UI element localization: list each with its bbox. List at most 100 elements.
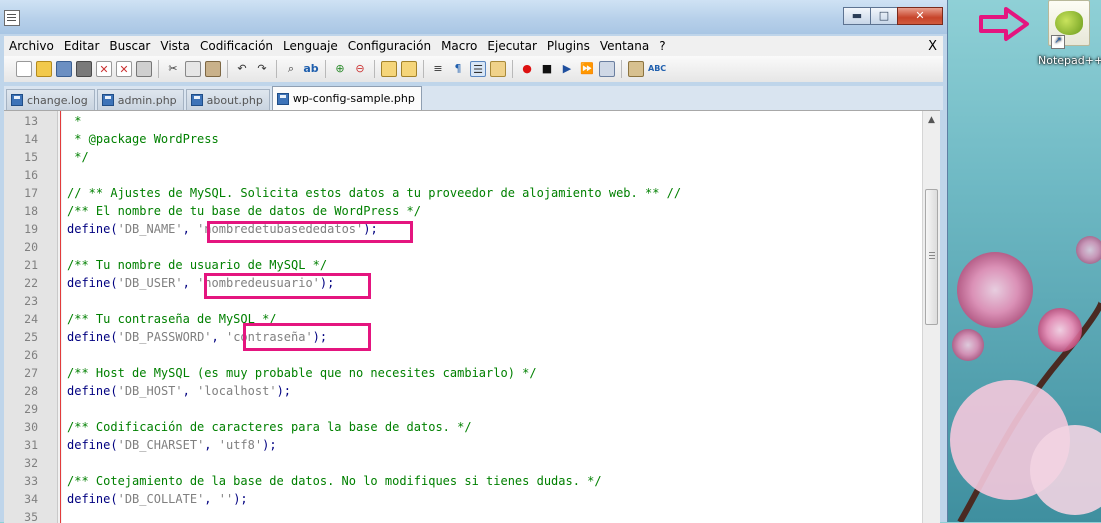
code-token: ,	[211, 330, 226, 344]
code-line[interactable]: 34 define('DB_COLLATE', '');	[4, 490, 920, 508]
code-line[interactable]: 21 /** Tu nombre de usuario de MySQL */	[4, 256, 920, 274]
zoom-out-icon[interactable]: ⊖	[352, 61, 368, 77]
menu-editar[interactable]: Editar	[59, 39, 105, 53]
save-icon[interactable]	[56, 61, 72, 77]
code-line[interactable]: 29	[4, 400, 920, 418]
sync-vertical-icon[interactable]	[381, 61, 397, 77]
play-multiple-icon[interactable]: ⏩	[579, 61, 595, 77]
code-token: (	[110, 438, 118, 452]
code-line[interactable]: 32	[4, 454, 920, 472]
code-token: ,	[204, 492, 219, 506]
record-macro-icon[interactable]: ●	[519, 61, 535, 77]
stop-macro-icon[interactable]: ■	[539, 61, 555, 77]
spellcheck-icon[interactable]: ABC	[648, 61, 666, 77]
close-all-icon[interactable]: ✕	[116, 61, 132, 77]
menu-ventana[interactable]: Ventana	[595, 39, 654, 53]
code-line[interactable]: 28 define('DB_HOST', 'localhost');	[4, 382, 920, 400]
code-line[interactable]: 27 /** Host de MySQL (es muy probable que…	[4, 364, 920, 382]
highlight-db-password-value	[243, 323, 371, 351]
sync-horizontal-icon[interactable]	[401, 61, 417, 77]
code-line[interactable]: 24/** Tu contraseña de MySQL */	[4, 310, 920, 328]
scroll-up-icon[interactable]: ▲	[925, 113, 938, 127]
code-line[interactable]: 22 define('DB_USER', 'nombredeusuario');	[4, 274, 920, 292]
line-code: * @package WordPress	[67, 130, 219, 148]
code-line[interactable]: 19 define('DB_NAME', 'nombredetubasededat…	[4, 220, 920, 238]
indent-guide-icon[interactable]: ☰	[470, 61, 486, 77]
maximize-button[interactable]: □	[870, 7, 898, 25]
line-number: 18	[24, 204, 38, 218]
open-file-icon[interactable]	[36, 61, 52, 77]
menu-configuracion[interactable]: Configuración	[343, 39, 436, 53]
undo-icon[interactable]: ↶	[234, 61, 250, 77]
close-file-icon[interactable]: ✕	[96, 61, 112, 77]
folder-view-icon[interactable]	[490, 61, 506, 77]
code-line[interactable]: 23	[4, 292, 920, 310]
word-wrap-icon[interactable]: ≡	[430, 61, 446, 77]
cut-icon[interactable]: ✂	[165, 61, 181, 77]
code-line[interactable]: 20	[4, 238, 920, 256]
code-token: );	[233, 492, 248, 506]
code-token: ,	[182, 384, 198, 398]
code-line[interactable]: 30 /** Codificación de caracteres para la…	[4, 418, 920, 436]
menu-archivo[interactable]: Archivo	[4, 39, 59, 53]
code-token: (	[110, 330, 118, 344]
play-macro-icon[interactable]: ▶	[559, 61, 575, 77]
close-document-button[interactable]: X	[928, 39, 943, 54]
menu-lenguaje[interactable]: Lenguaje	[278, 39, 343, 53]
zoom-in-icon[interactable]: ⊕	[332, 61, 348, 77]
copy-icon[interactable]	[185, 61, 201, 77]
line-code: // ** Ajustes de MySQL. Solicita estos d…	[67, 184, 681, 202]
show-all-chars-icon[interactable]: ¶	[450, 61, 466, 77]
paste-icon[interactable]	[205, 61, 221, 77]
save-all-icon[interactable]	[76, 61, 92, 77]
menu-help[interactable]: ?	[654, 39, 670, 53]
menu-macro[interactable]: Macro	[436, 39, 482, 53]
desktop-shortcut-notepadpp[interactable]: ↗ Notepad++	[1038, 0, 1101, 70]
new-file-icon[interactable]	[16, 61, 32, 77]
code-editor[interactable]: 13 * 14 * @package WordPress 15 */16 17 // *…	[4, 110, 940, 523]
code-line[interactable]: 25 define('DB_PASSWORD', 'contraseña');	[4, 328, 920, 346]
find-icon[interactable]: ⌕	[283, 61, 299, 77]
code-line[interactable]: 15 */	[4, 148, 920, 166]
vertical-scrollbar[interactable]: ▲	[922, 111, 940, 523]
replace-icon[interactable]: ab	[303, 61, 319, 77]
print-icon[interactable]	[136, 61, 152, 77]
save-macro-icon[interactable]	[599, 61, 615, 77]
scrollbar-thumb[interactable]	[925, 189, 938, 325]
line-number: 24	[24, 312, 38, 326]
tab-wp-config-sample-php[interactable]: wp-config-sample.php	[271, 86, 422, 110]
menu-plugins[interactable]: Plugins	[542, 39, 595, 53]
redo-icon[interactable]: ↷	[254, 61, 270, 77]
title-bar[interactable]: ▬ □ ✕	[0, 0, 947, 34]
code-line[interactable]: 13 *	[4, 112, 920, 130]
line-number: 17	[24, 186, 38, 200]
code-token: 'DB_NAME'	[117, 222, 183, 236]
code-token: /** Tu nombre de usuario de MySQL */	[67, 258, 328, 272]
code-token: 'DB_CHARSET'	[117, 438, 205, 452]
line-number: 20	[24, 240, 38, 254]
code-line[interactable]: 33 /** Cotejamiento de la base de datos. …	[4, 472, 920, 490]
tab-label: wp-config-sample.php	[292, 92, 415, 105]
line-number: 19	[24, 222, 38, 236]
code-line[interactable]: 26	[4, 346, 920, 364]
close-button[interactable]: ✕	[897, 7, 943, 25]
minimize-button[interactable]: ▬	[843, 7, 871, 25]
code-line[interactable]: 14 * @package WordPress	[4, 130, 920, 148]
code-line[interactable]: 18 /** El nombre de tu base de datos de W…	[4, 202, 920, 220]
tab-change-log[interactable]: change.log	[6, 89, 95, 110]
line-number: 31	[24, 438, 38, 452]
code-line[interactable]: 16	[4, 166, 920, 184]
menu-vista[interactable]: Vista	[155, 39, 195, 53]
app-notepad-icon[interactable]	[4, 10, 20, 26]
code-lines[interactable]: 13 * 14 * @package WordPress 15 */16 17 // *…	[4, 112, 920, 523]
tab-label: admin.php	[117, 93, 177, 107]
tab-about-php[interactable]: about.php	[185, 89, 270, 110]
menu-codificacion[interactable]: Codificación	[195, 39, 278, 53]
plugin-icon[interactable]	[628, 61, 644, 77]
menu-ejecutar[interactable]: Ejecutar	[482, 39, 542, 53]
code-line[interactable]: 31 define('DB_CHARSET', 'utf8');	[4, 436, 920, 454]
tab-admin-php[interactable]: admin.php	[96, 89, 184, 110]
code-line[interactable]: 17 // ** Ajustes de MySQL. Solicita estos…	[4, 184, 920, 202]
menu-buscar[interactable]: Buscar	[104, 39, 155, 53]
code-line[interactable]: 35	[4, 508, 920, 523]
